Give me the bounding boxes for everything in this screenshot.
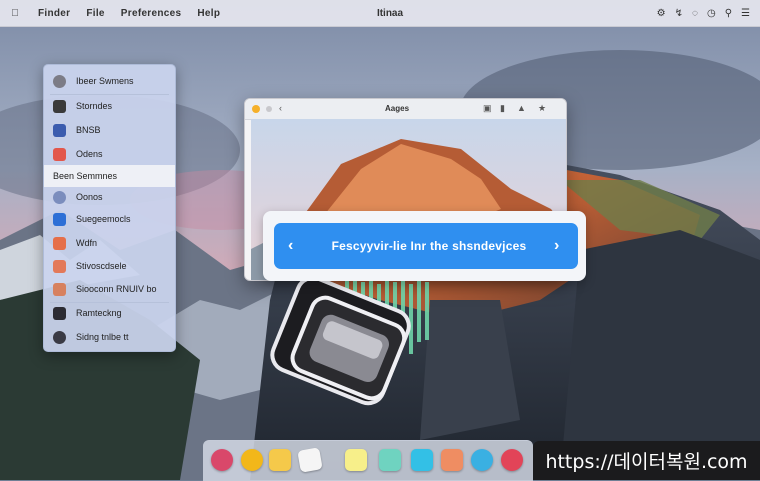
menu-help[interactable]: Help (197, 8, 220, 19)
apple-icon[interactable]:  (8, 8, 22, 19)
gauge-icon (53, 330, 66, 344)
zoom-icon[interactable] (266, 106, 272, 112)
sidebar-item-storage[interactable]: Storndes (44, 95, 175, 117)
sidebar-item-label: Odens (76, 149, 103, 159)
menubar-title: Itinaa (376, 7, 404, 19)
launchpad-icon[interactable] (211, 449, 233, 471)
tablet-icon (53, 306, 66, 320)
sidebar-item-label: Stivoscdsele (76, 261, 127, 271)
network-icon (53, 123, 66, 137)
star-icon[interactable]: ★ (538, 103, 546, 114)
menu-finder[interactable]: Finder (38, 8, 70, 19)
chevron-left-icon[interactable]: ‹ (288, 237, 304, 255)
notes-icon[interactable] (269, 449, 291, 471)
sidebar-item-label: Ramteckng (76, 308, 122, 318)
sidebar-item-screensaver[interactable]: Stivoscdsele (44, 255, 175, 277)
sidebar-item-tracking[interactable]: Ramteckng (44, 302, 175, 324)
sidebar-item-label: Suegeemocls (76, 214, 131, 224)
notification-card: ‹ Fescyyvir-lie Inr the shsndevjces › (263, 211, 586, 281)
envelope-icon (53, 282, 66, 296)
menu-file[interactable]: File (86, 8, 104, 19)
sidebar-item-label: Wdfn (76, 238, 98, 248)
sticky-icon[interactable] (345, 449, 367, 471)
sidebar-item-notifications[interactable]: Odens (44, 143, 175, 165)
chevron-right-icon[interactable]: › (554, 237, 570, 255)
sidebar-item-label: Sidng tnlbe tt (76, 332, 129, 342)
watermark: https://데이터복원.com (533, 441, 760, 480)
window-toolbar: ‹ Aages ▣ ▮ ▲ ★ (245, 99, 566, 120)
sidebar-item-account[interactable]: Ibeer Swmens (44, 70, 175, 92)
search-icon[interactable]: ⚲ (725, 8, 732, 19)
folder-icon (53, 236, 66, 250)
mail-icon[interactable] (379, 449, 401, 471)
notification-message: Fescyyvir-lie Inr the shsndevjces (331, 239, 527, 253)
forward-icon[interactable]: ▮ (500, 103, 505, 114)
finder-icon[interactable] (411, 449, 433, 471)
photos-icon[interactable] (441, 449, 463, 471)
card-icon (53, 259, 66, 273)
sidebar-item-label: Been Semmnes (53, 171, 118, 181)
sidebar-item-devices[interactable]: Suegeemocls (44, 208, 175, 230)
status-area: ⚙ ↯ ◌ ◷ ⚲ ☰ (657, 0, 750, 26)
window-title: Aages (385, 104, 410, 113)
sidebar-item-selected[interactable]: Been Semmnes (44, 165, 175, 187)
sidebar-item-wallpaper[interactable]: Wdfn (44, 232, 175, 254)
sidebar-item-label: Storndes (76, 101, 113, 111)
sidebar-item-label: Oonos (76, 192, 103, 202)
sidebar-item-label: Siooconn RNUIV bo (76, 284, 157, 294)
globe-icon (53, 190, 66, 204)
dock (203, 440, 533, 481)
sidebar-item-label: Ibeer Swmens (76, 76, 134, 86)
phone-icon (53, 212, 66, 226)
menu-bar:  Finder File Preferences Help Itinaa ⚙ … (0, 0, 760, 27)
display-icon (53, 99, 66, 113)
menu-preferences[interactable]: Preferences (121, 8, 182, 19)
sidebar-item-general[interactable]: Oonos (44, 186, 175, 208)
notification-banner[interactable]: ‹ Fescyyvir-lie Inr the shsndevjces › (274, 223, 578, 269)
share-icon[interactable]: ▣ (483, 103, 492, 114)
control-icon[interactable]: ⚙ (657, 8, 666, 19)
music-icon[interactable] (501, 449, 523, 471)
minimize-icon[interactable] (252, 105, 260, 113)
paper-icon[interactable] (297, 447, 323, 473)
clock-icon[interactable]: ◷ (707, 8, 716, 19)
apple-icon (53, 74, 66, 88)
sidebar-item-sharing[interactable]: Siooconn RNUIV bo (44, 278, 175, 300)
messages-icon[interactable] (471, 449, 493, 471)
notification-icon[interactable]: ☰ (741, 8, 750, 19)
settings-sidebar: Ibeer Swmens Storndes BNSB Odens Been Se… (43, 64, 176, 352)
safari-icon[interactable] (241, 449, 263, 471)
trash-icon[interactable]: ▲ (517, 103, 526, 113)
device-illustration (270, 275, 429, 406)
sidebar-item-label: BNSB (76, 125, 101, 135)
back-icon[interactable]: ‹ (279, 103, 282, 113)
wifi-icon[interactable]: ◌ (692, 8, 698, 19)
sidebar-item-startup[interactable]: Sidng tnlbe tt (44, 326, 175, 348)
bell-icon (53, 147, 66, 161)
sidebar-item-network[interactable]: BNSB (44, 119, 175, 141)
bluetooth-icon[interactable]: ↯ (675, 8, 683, 19)
